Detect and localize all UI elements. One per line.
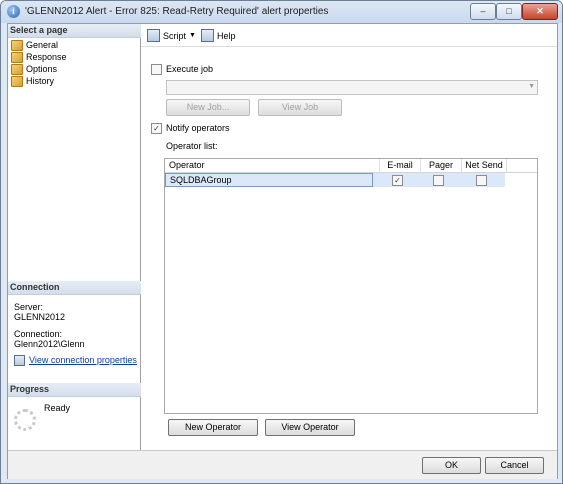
page-icon — [11, 63, 23, 75]
progress-header: Progress — [8, 383, 142, 397]
column-header-pager[interactable]: Pager — [421, 159, 462, 172]
view-job-button[interactable]: View Job — [258, 99, 342, 116]
server-value: GLENN2012 — [14, 312, 66, 322]
help-label: Help — [217, 30, 236, 41]
new-operator-button[interactable]: New Operator — [168, 419, 258, 436]
page-item-label: History — [26, 76, 55, 86]
pager-checkbox[interactable] — [433, 175, 444, 186]
properties-window: i 'GLENN2012 Alert - Error 825: Read-Ret… — [0, 0, 563, 484]
connection-properties-icon — [14, 355, 25, 366]
notify-operators-checkbox[interactable]: ✓ — [151, 123, 162, 134]
maximize-button[interactable]: □ — [496, 3, 522, 20]
dialog-client: Select a page General Response Options H… — [7, 23, 558, 479]
chevron-down-icon: ▼ — [528, 83, 535, 90]
chevron-down-icon: ▼ — [189, 32, 196, 39]
page-item-history[interactable]: History — [11, 75, 54, 87]
script-button[interactable]: Script ▼ — [147, 29, 196, 42]
page-item-label: General — [26, 40, 59, 50]
select-page-header: Select a page — [8, 24, 142, 38]
view-operator-button[interactable]: View Operator — [265, 419, 355, 436]
help-icon — [201, 29, 214, 42]
execute-job-checkbox[interactable] — [151, 64, 162, 75]
connection-header: Connection — [8, 281, 142, 295]
new-job-button[interactable]: New Job... — [166, 99, 250, 116]
operator-grid: Operator E-mail Pager Net Send SQLDBAGro… — [164, 158, 538, 414]
script-icon — [147, 29, 160, 42]
grid-header: Operator E-mail Pager Net Send — [165, 159, 537, 173]
help-button[interactable]: Help — [201, 29, 236, 42]
toolbar: Script ▼ Help — [141, 24, 557, 47]
job-combo[interactable]: ▼ — [166, 80, 538, 95]
page-item-general[interactable]: General — [11, 39, 58, 51]
page-item-response[interactable]: Response — [11, 51, 67, 63]
title-bar[interactable]: i 'GLENN2012 Alert - Error 825: Read-Ret… — [1, 1, 562, 23]
page-item-label: Response — [26, 52, 67, 62]
dialog-footer: OK Cancel — [8, 450, 557, 479]
execute-job-label: Execute job — [166, 64, 214, 74]
page-item-options[interactable]: Options — [11, 63, 57, 75]
minimize-button[interactable]: – — [470, 3, 496, 20]
right-pane: Script ▼ Help Execute job ▼ New Job... V… — [141, 24, 557, 450]
progress-spinner-icon — [14, 409, 36, 431]
window-title: 'GLENN2012 Alert - Error 825: Read-Retry… — [25, 6, 329, 17]
notify-operators-label: Notify operators — [166, 123, 230, 133]
column-header-email[interactable]: E-mail — [380, 159, 421, 172]
left-pane: Select a page General Response Options H… — [8, 24, 142, 478]
page-icon — [11, 51, 23, 63]
page-item-label: Options — [26, 64, 58, 74]
info-icon: i — [7, 5, 20, 18]
email-checkbox[interactable]: ✓ — [392, 175, 403, 186]
view-connection-properties-link[interactable]: View connection properties — [14, 355, 137, 366]
operator-list-label: Operator list: — [166, 141, 218, 151]
operator-name-cell[interactable]: SQLDBAGroup — [165, 173, 373, 187]
page-icon — [11, 39, 23, 51]
column-header-net-send[interactable]: Net Send — [462, 159, 507, 172]
progress-status: Ready — [44, 403, 71, 413]
ok-button[interactable]: OK — [422, 457, 481, 474]
cancel-button[interactable]: Cancel — [485, 457, 544, 474]
page-icon — [11, 75, 23, 87]
net-send-checkbox[interactable] — [476, 175, 487, 186]
close-button[interactable]: ✕ — [522, 3, 558, 20]
table-row[interactable]: SQLDBAGroup ✓ — [165, 173, 505, 187]
script-label: Script — [163, 30, 187, 41]
column-header-operator[interactable]: Operator — [165, 159, 380, 172]
view-connection-properties-label: View connection properties — [29, 355, 137, 365]
connection-value: Glenn2012\Glenn — [14, 339, 85, 349]
